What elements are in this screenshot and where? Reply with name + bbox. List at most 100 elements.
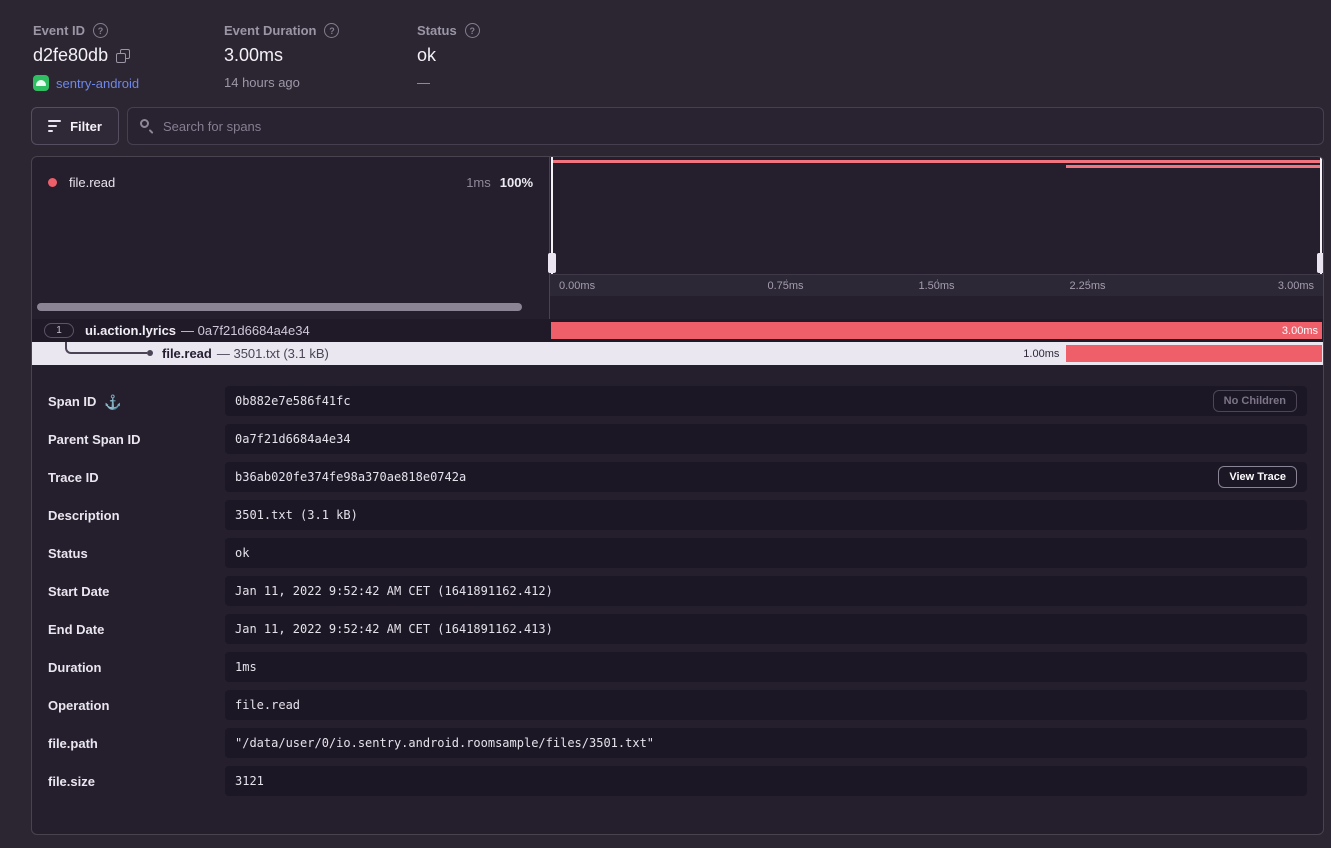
span-description: — 0a7f21d6684a4e34 [181, 323, 310, 338]
span-row-root[interactable]: 1 ui.action.lyrics — 0a7f21d6684a4e34 3.… [32, 319, 1323, 342]
span-search-input[interactable] [163, 119, 1311, 134]
view-trace-button[interactable]: View Trace [1218, 466, 1297, 488]
detail-value-box: Jan 11, 2022 9:52:42 AM CET (1641891162.… [225, 576, 1307, 606]
no-children-button[interactable]: No Children [1213, 390, 1297, 412]
trace-view-panel: file.read 1ms 100% 0.00ms 0.75ms 1.50ms … [31, 156, 1324, 835]
detail-value: Jan 11, 2022 9:52:42 AM CET (1641891162.… [235, 622, 553, 636]
event-duration-label: Event Duration [224, 23, 316, 38]
minimap-span-line-child [1066, 165, 1320, 168]
span-toolbar: Filter [31, 107, 1324, 145]
operations-breakdown: file.read 1ms 100% [32, 157, 550, 296]
axis-tick-label: 2.25ms [1012, 280, 1163, 292]
detail-value: b36ab020fe374fe98a370ae818e0742a [235, 470, 466, 484]
tree-scrollbar-thumb[interactable] [37, 303, 522, 311]
detail-value-box: file.read [225, 690, 1307, 720]
span-row-root-timeline[interactable]: 3.00ms [550, 319, 1323, 342]
event-id-column: Event ID ? d2fe80db sentry-android [33, 23, 224, 91]
detail-value: "/data/user/0/io.sentry.android.roomsamp… [235, 736, 654, 750]
project-link[interactable]: sentry-android [56, 76, 139, 91]
minimap-timeline[interactable]: 0.00ms 0.75ms 1.50ms 2.25ms 3.00ms [550, 157, 1323, 296]
detail-row-span-id: Span ID ⚓ 0b882e7e586f41fc No Children [48, 386, 1307, 416]
scroll-strip-spacer [550, 296, 1323, 319]
detail-row-operation: Operation file.read [48, 690, 1307, 720]
detail-label: End Date [48, 614, 225, 644]
child-count-badge[interactable]: 1 [44, 323, 74, 338]
detail-label: file.size [48, 766, 225, 796]
span-search-box[interactable] [127, 107, 1324, 145]
span-row-selected-left: file.read — 3501.txt (3.1 kB) [32, 342, 550, 365]
detail-value-box: ok [225, 538, 1307, 568]
minimap-left-handle[interactable] [551, 157, 553, 274]
event-duration-label-row: Event Duration ? [224, 23, 417, 38]
detail-row-description: Description 3501.txt (3.1 kB) [48, 500, 1307, 530]
axis-tick-label: 3.00ms [1163, 280, 1323, 292]
span-details-panel: Span ID ⚓ 0b882e7e586f41fc No Children P… [32, 365, 1323, 834]
operation-legend-row[interactable]: file.read 1ms 100% [48, 175, 533, 190]
tree-connector-dot [147, 350, 153, 356]
minimap-right-grab[interactable] [1317, 253, 1324, 273]
event-header: Event ID ? d2fe80db sentry-android Event… [0, 0, 1331, 91]
filter-button[interactable]: Filter [31, 107, 119, 145]
event-id-value: d2fe80db [33, 45, 108, 66]
status-value: ok [417, 45, 480, 66]
operation-color-dot [48, 178, 57, 187]
operation-percent: 100% [500, 175, 533, 190]
event-duration-value: 3.00ms [224, 45, 417, 66]
event-id-value-row: d2fe80db [33, 45, 224, 66]
copy-icon[interactable] [116, 49, 131, 64]
detail-value: 3121 [235, 774, 264, 788]
detail-row-end-date: End Date Jan 11, 2022 9:52:42 AM CET (16… [48, 614, 1307, 644]
help-icon[interactable]: ? [93, 23, 108, 38]
detail-value-box: 3501.txt (3.1 kB) [225, 500, 1307, 530]
event-duration-column: Event Duration ? 3.00ms 14 hours ago [224, 23, 417, 91]
filter-button-label: Filter [70, 119, 102, 134]
detail-value-box: 0b882e7e586f41fc No Children [225, 386, 1307, 416]
timeline-axis: 0.00ms 0.75ms 1.50ms 2.25ms 3.00ms [550, 274, 1323, 296]
detail-value-box: Jan 11, 2022 9:52:42 AM CET (1641891162.… [225, 614, 1307, 644]
operation-name: file.read [69, 175, 115, 190]
anchor-icon[interactable]: ⚓ [104, 394, 121, 410]
event-id-label: Event ID [33, 23, 85, 38]
detail-row-parent-span-id: Parent Span ID 0a7f21d6684a4e34 [48, 424, 1307, 454]
detail-value: ok [235, 546, 249, 560]
detail-value: 0b882e7e586f41fc [235, 394, 351, 408]
detail-label: Span ID ⚓ [48, 386, 225, 416]
help-icon[interactable]: ? [465, 23, 480, 38]
axis-tick-label: 1.50ms [861, 280, 1012, 292]
span-row-selected-timeline[interactable]: 1.00ms [550, 342, 1323, 365]
detail-value: file.read [235, 698, 300, 712]
detail-row-file-size: file.size 3121 [48, 766, 1307, 796]
span-bar-duration: 1.00ms [1023, 342, 1059, 365]
span-description: — 3501.txt (3.1 kB) [217, 346, 329, 361]
help-icon[interactable]: ? [324, 23, 339, 38]
detail-value: 1ms [235, 660, 257, 674]
status-sub: — [417, 75, 480, 90]
tree-connector-line [65, 342, 147, 354]
detail-value: Jan 11, 2022 9:52:42 AM CET (1641891162.… [235, 584, 553, 598]
minimap-left-grab[interactable] [548, 253, 556, 273]
detail-label: Trace ID [48, 462, 225, 492]
span-row-root-left: 1 ui.action.lyrics — 0a7f21d6684a4e34 [32, 319, 550, 342]
detail-row-file-path: file.path "/data/user/0/io.sentry.androi… [48, 728, 1307, 758]
detail-value-box: 0a7f21d6684a4e34 [225, 424, 1307, 454]
span-bar[interactable]: 3.00ms [551, 322, 1322, 339]
detail-row-start-date: Start Date Jan 11, 2022 9:52:42 AM CET (… [48, 576, 1307, 606]
detail-value-box: b36ab020fe374fe98a370ae818e0742a View Tr… [225, 462, 1307, 492]
filter-icon [48, 120, 61, 132]
detail-label: Description [48, 500, 225, 530]
axis-tickmark [937, 279, 938, 284]
tree-scrollbar-track [32, 296, 550, 319]
detail-label: Start Date [48, 576, 225, 606]
span-bar[interactable] [1066, 345, 1322, 362]
detail-row-status: Status ok [48, 538, 1307, 568]
span-row-selected[interactable]: file.read — 3501.txt (3.1 kB) 1.00ms [32, 342, 1323, 365]
detail-value-box: "/data/user/0/io.sentry.android.roomsamp… [225, 728, 1307, 758]
span-operation: ui.action.lyrics [85, 323, 176, 338]
detail-row-duration: Duration 1ms [48, 652, 1307, 682]
axis-tick-label: 0.75ms [710, 280, 861, 292]
axis-tickmark [786, 279, 787, 284]
status-label: Status [417, 23, 457, 38]
detail-value-box: 1ms [225, 652, 1307, 682]
trace-minimap: file.read 1ms 100% 0.00ms 0.75ms 1.50ms … [32, 157, 1323, 296]
minimap-right-handle[interactable] [1320, 157, 1322, 274]
